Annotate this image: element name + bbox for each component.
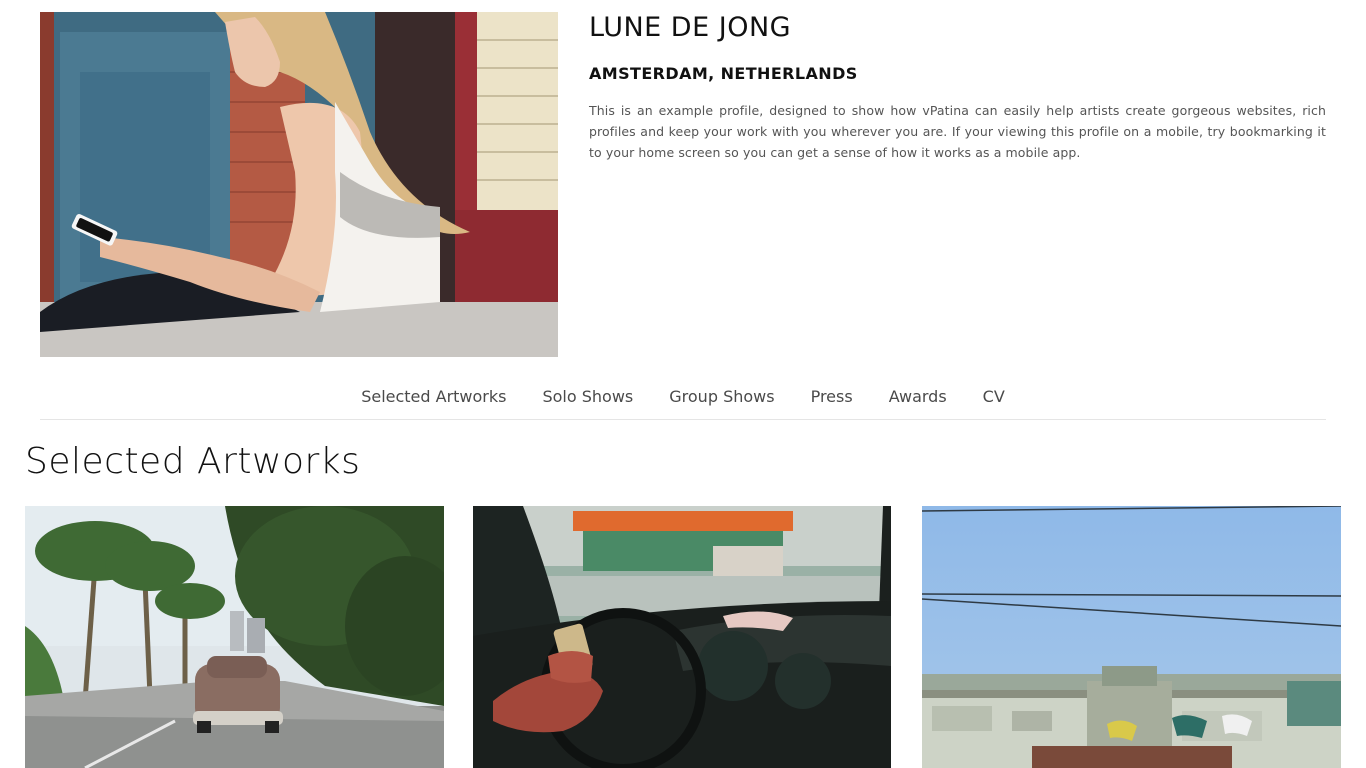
nav-solo-shows[interactable]: Solo Shows: [524, 384, 651, 410]
artwork-thumbnail[interactable]: [473, 506, 891, 768]
profile-info: LUNE DE JONG AMSTERDAM, NETHERLANDS This…: [589, 12, 1326, 163]
nav-selected-artworks[interactable]: Selected Artworks: [343, 384, 524, 410]
artist-bio: This is an example profile, designed to …: [589, 103, 1326, 160]
nav-press[interactable]: Press: [793, 384, 871, 410]
artist-location: AMSTERDAM, NETHERLANDS: [589, 64, 858, 83]
artwork-thumbnail[interactable]: [922, 506, 1341, 768]
artwork-thumbnail[interactable]: [25, 506, 444, 768]
profile-photo: [40, 12, 558, 357]
nav-group-shows[interactable]: Group Shows: [651, 384, 792, 410]
artist-name: LUNE DE JONG: [589, 12, 792, 43]
nav-cv[interactable]: CV: [965, 384, 1023, 410]
profile-page: LUNE DE JONG AMSTERDAM, NETHERLANDS This…: [0, 0, 1366, 768]
section-nav: Selected Artworks Solo Shows Group Shows…: [40, 384, 1326, 420]
nav-awards[interactable]: Awards: [871, 384, 965, 410]
section-title: Selected Artworks: [25, 441, 361, 482]
